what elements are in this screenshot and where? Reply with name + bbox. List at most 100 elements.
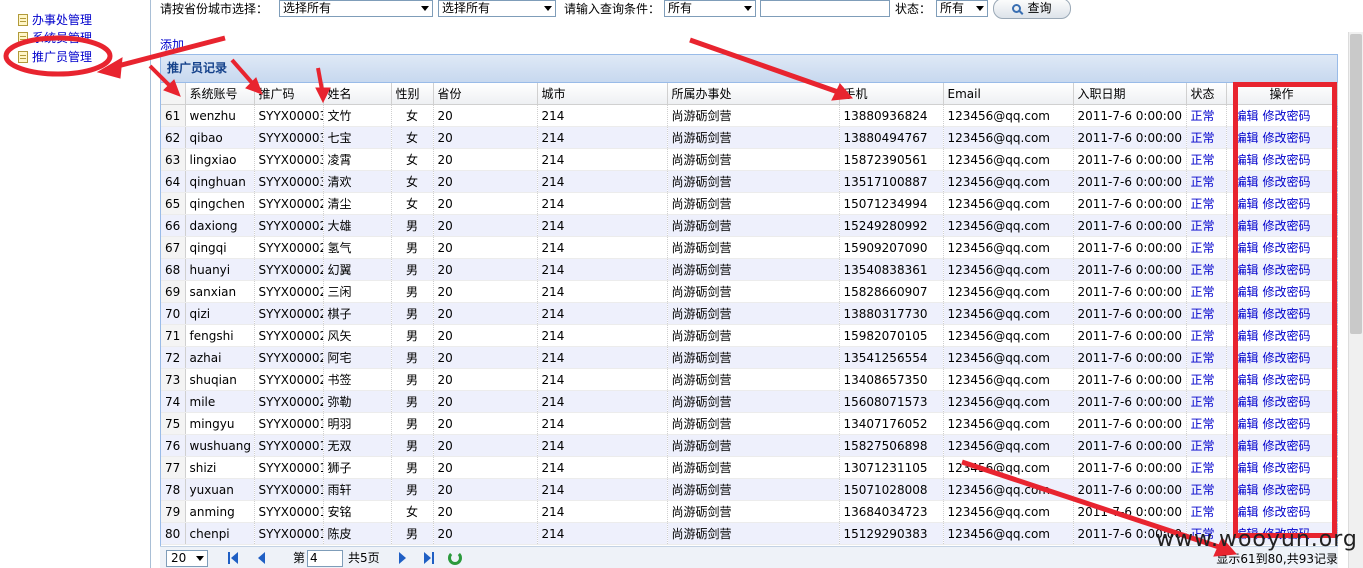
column-header[interactable]: 手机 xyxy=(839,83,944,105)
table-cell: 15828660907 xyxy=(839,280,944,303)
change-password-link[interactable]: 修改密码 xyxy=(1263,439,1311,453)
change-password-link[interactable]: 修改密码 xyxy=(1263,153,1311,167)
table-cell: 214 xyxy=(537,302,668,325)
row-number: 77 xyxy=(161,456,186,479)
column-header[interactable]: 操作 xyxy=(1226,83,1338,105)
change-password-link[interactable]: 修改密码 xyxy=(1263,329,1311,343)
table-cell: 20 xyxy=(433,236,538,259)
change-password-link[interactable]: 修改密码 xyxy=(1263,373,1311,387)
table-cell: 七宝 xyxy=(323,126,392,149)
edit-link[interactable]: 编辑 xyxy=(1235,505,1259,519)
edit-link[interactable]: 编辑 xyxy=(1235,219,1259,233)
edit-link[interactable]: 编辑 xyxy=(1235,109,1259,123)
query-input[interactable] xyxy=(760,0,890,17)
status-select[interactable]: 所有 xyxy=(936,0,988,17)
change-password-link[interactable]: 修改密码 xyxy=(1263,241,1311,255)
table-cell: 2011-7-6 0:00:00 xyxy=(1073,280,1187,303)
table-row[interactable]: 70 qizi SYYX00002 棋子男 20 214 尚游砺剑营 13880317730 1… xyxy=(161,302,1338,325)
change-password-link[interactable]: 修改密码 xyxy=(1263,263,1311,277)
city-select[interactable]: 选择所有 xyxy=(438,0,556,17)
table-row[interactable]: 63 lingxiao SYYX00003 凌霄女 20 214 尚游砺剑营 15872390… xyxy=(161,148,1338,171)
table-cell: 书签 xyxy=(323,368,392,391)
column-header[interactable]: 系统账号 xyxy=(185,83,255,105)
table-row[interactable]: 73 shuqian SYYX00002 书签男 20 214 尚游砺剑营 134086573… xyxy=(161,368,1338,391)
edit-link[interactable]: 编辑 xyxy=(1235,439,1259,453)
table-row[interactable]: 71 fengshi SYYX00002 风矢男 20 214 尚游砺剑营 159820701… xyxy=(161,324,1338,347)
table-cell: 尚游砺剑营 xyxy=(667,170,840,193)
refresh-icon[interactable] xyxy=(448,551,462,565)
column-header[interactable]: 状态 xyxy=(1186,83,1227,105)
change-password-link[interactable]: 修改密码 xyxy=(1263,527,1311,541)
sidebar-item-promoter-management[interactable]: 推广员管理 xyxy=(18,49,92,65)
column-header[interactable]: 姓名 xyxy=(323,83,392,105)
sidebar-item-system-user-management[interactable]: 系统员管理 xyxy=(18,30,92,46)
table-row[interactable]: 64 qinghuan SYYX00003 清欢女 20 214 尚游砺剑营 13517100… xyxy=(161,170,1338,193)
column-header[interactable]: 性别 xyxy=(391,83,434,105)
change-password-link[interactable]: 修改密码 xyxy=(1263,461,1311,475)
edit-link[interactable]: 编辑 xyxy=(1235,263,1259,277)
change-password-link[interactable]: 修改密码 xyxy=(1263,175,1311,189)
table-row[interactable]: 67 qingqi SYYX00002 氢气男 20 214 尚游砺剑营 1590920709… xyxy=(161,236,1338,259)
change-password-link[interactable]: 修改密码 xyxy=(1263,109,1311,123)
change-password-link[interactable]: 修改密码 xyxy=(1263,505,1311,519)
change-password-link[interactable]: 修改密码 xyxy=(1263,219,1311,233)
change-password-link[interactable]: 修改密码 xyxy=(1263,395,1311,409)
edit-link[interactable]: 编辑 xyxy=(1235,373,1259,387)
first-page-icon[interactable] xyxy=(228,552,240,564)
column-header[interactable]: 推广码 xyxy=(254,83,324,105)
edit-link[interactable]: 编辑 xyxy=(1235,395,1259,409)
sidebar-item-office-management[interactable]: 办事处管理 xyxy=(18,12,92,28)
previous-page-icon[interactable] xyxy=(256,552,268,564)
column-header[interactable]: 城市 xyxy=(537,83,668,105)
table-row[interactable]: 65 qingchen SYYX00002 清尘女 20 214 尚游砺剑营 15071234… xyxy=(161,192,1338,215)
search-button[interactable]: 查询 xyxy=(993,0,1071,19)
change-password-link[interactable]: 修改密码 xyxy=(1263,307,1311,321)
edit-link[interactable]: 编辑 xyxy=(1235,285,1259,299)
table-row[interactable]: 77 shizi SYYX00001 狮子男 20 214 尚游砺剑营 13071231105… xyxy=(161,456,1338,479)
table-row[interactable]: 75 mingyu SYYX00001 明羽男 20 214 尚游砺剑营 1340717605… xyxy=(161,412,1338,435)
add-link[interactable]: 添加 xyxy=(160,38,184,52)
table-row[interactable]: 69 sanxian SYYX00002 三闲男 20 214 尚游砺剑营 158286609… xyxy=(161,280,1338,303)
table-row[interactable]: 76 wushuang SYYX00001 无双男 20 214 尚游砺剑营 15827506… xyxy=(161,434,1338,457)
province-select[interactable]: 选择所有 xyxy=(279,0,433,17)
column-header[interactable]: 省份 xyxy=(433,83,538,105)
vertical-scrollbar[interactable] xyxy=(1348,32,1363,568)
edit-link[interactable]: 编辑 xyxy=(1235,131,1259,145)
edit-link[interactable]: 编辑 xyxy=(1235,483,1259,497)
table-row[interactable]: 79 anming SYYX00001 安铭女 20 214 尚游砺剑营 1368403472… xyxy=(161,500,1338,523)
change-password-link[interactable]: 修改密码 xyxy=(1263,285,1311,299)
current-page-input[interactable]: 4 xyxy=(307,550,343,567)
edit-link[interactable]: 编辑 xyxy=(1235,351,1259,365)
column-header[interactable]: Email xyxy=(943,83,1074,105)
page-size-select[interactable]: 20 xyxy=(166,550,208,567)
scrollbar-thumb[interactable] xyxy=(1350,34,1362,334)
edit-link[interactable]: 编辑 xyxy=(1235,307,1259,321)
edit-link[interactable]: 编辑 xyxy=(1235,461,1259,475)
change-password-link[interactable]: 修改密码 xyxy=(1263,131,1311,145)
table-row[interactable]: 72 azhai SYYX00002 阿宅男 20 214 尚游砺剑营 13541256554… xyxy=(161,346,1338,369)
table-row[interactable]: 62 qibao SYYX00003 七宝女 20 214 尚游砺剑营 13880494767… xyxy=(161,126,1338,149)
edit-link[interactable]: 编辑 xyxy=(1235,175,1259,189)
edit-link[interactable]: 编辑 xyxy=(1235,241,1259,255)
table-row[interactable]: 68 huanyi SYYX00002 幻翼男 20 214 尚游砺剑营 1354083836… xyxy=(161,258,1338,281)
edit-link[interactable]: 编辑 xyxy=(1235,527,1259,541)
table-row[interactable]: 66 daxiong SYYX00002 大雄男 20 214 尚游砺剑营 152492809… xyxy=(161,214,1338,237)
last-page-icon[interactable] xyxy=(424,552,436,564)
edit-link[interactable]: 编辑 xyxy=(1235,197,1259,211)
condition-select[interactable]: 所有 xyxy=(664,0,756,17)
edit-link[interactable]: 编辑 xyxy=(1235,417,1259,431)
edit-link[interactable]: 编辑 xyxy=(1235,153,1259,167)
table-row[interactable]: 78 yuxuan SYYX00001 雨轩男 20 214 尚游砺剑营 1507102800… xyxy=(161,478,1338,501)
next-page-icon[interactable] xyxy=(397,552,409,564)
table-row[interactable]: 61 wenzhu SYYX00003 文竹女 20 214 尚游砺剑营 1388093682… xyxy=(161,104,1338,127)
table-row[interactable]: 74 mile SYYX00002 弥勒男 20 214 尚游砺剑营 15608071573 1… xyxy=(161,390,1338,413)
change-password-link[interactable]: 修改密码 xyxy=(1263,417,1311,431)
change-password-link[interactable]: 修改密码 xyxy=(1263,483,1311,497)
column-header[interactable]: 所属办事处 xyxy=(667,83,840,105)
change-password-link[interactable]: 修改密码 xyxy=(1263,197,1311,211)
column-header[interactable]: 入职日期 xyxy=(1073,83,1187,105)
change-password-link[interactable]: 修改密码 xyxy=(1263,351,1311,365)
status-cell: 正常 xyxy=(1186,214,1227,237)
table-row[interactable]: 80 chenpi SYYX00001 陈皮男 20 214 尚游砺剑营 1512929038… xyxy=(161,522,1338,545)
edit-link[interactable]: 编辑 xyxy=(1235,329,1259,343)
